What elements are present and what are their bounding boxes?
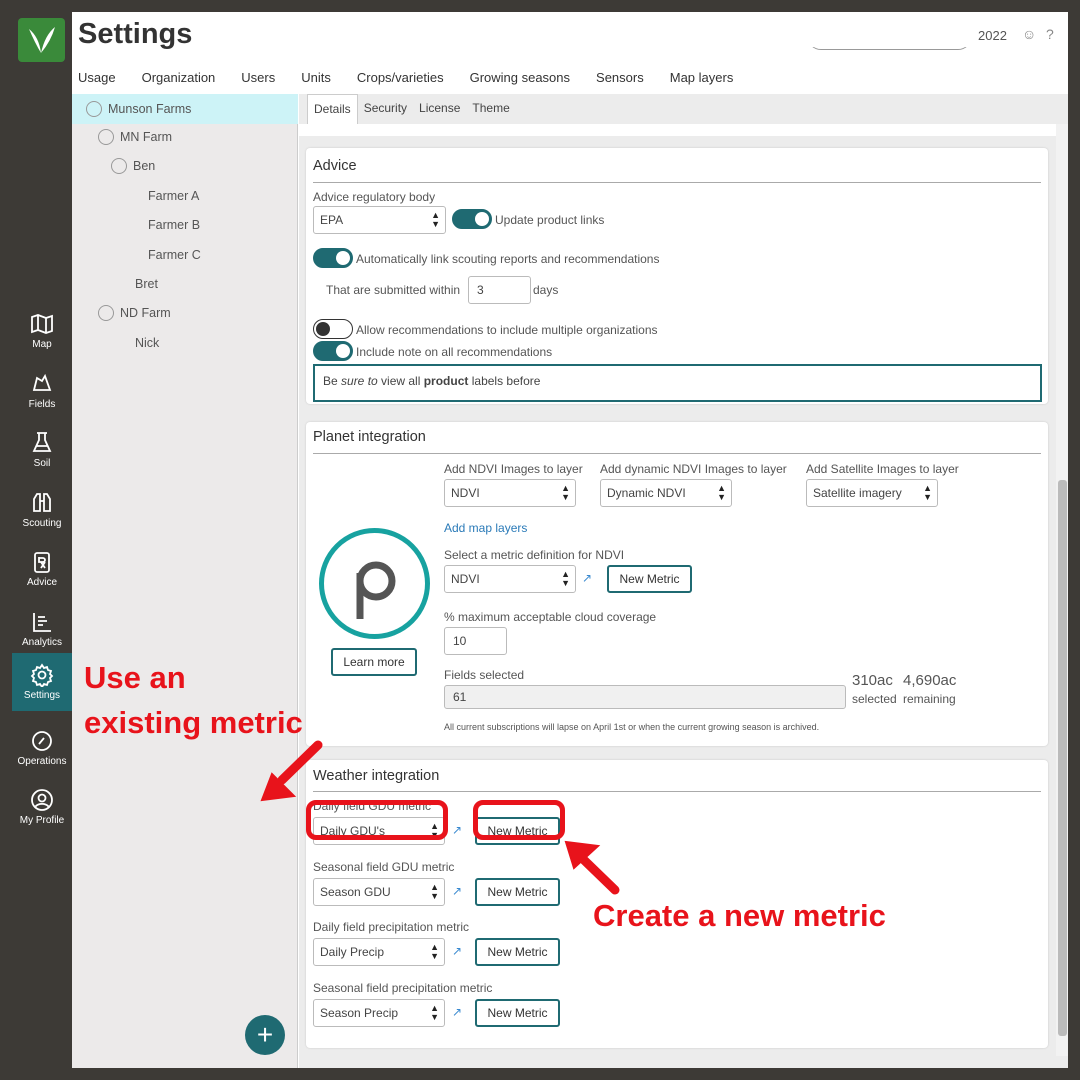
arrow-to-new bbox=[579, 855, 620, 895]
arrow-to-existing bbox=[277, 740, 323, 785]
annotation-arrows bbox=[260, 740, 620, 895]
